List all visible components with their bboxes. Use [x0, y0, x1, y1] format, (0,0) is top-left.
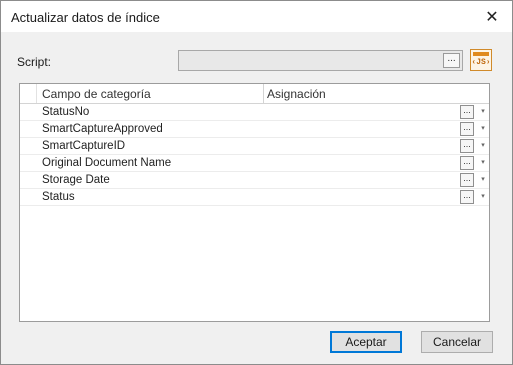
category-field-name: StatusNo: [42, 106, 90, 118]
category-field-name: SmartCaptureApproved: [42, 123, 163, 135]
accept-button[interactable]: Aceptar: [330, 331, 402, 353]
js-script-button[interactable]: ‹JS›: [470, 49, 492, 71]
js-icon: ‹JS›: [471, 58, 491, 67]
assignment-browse-button[interactable]: ...: [460, 173, 474, 187]
category-field-name: SmartCaptureID: [42, 140, 126, 152]
chevron-down-icon[interactable]: ▾: [477, 105, 489, 119]
row-selector-header: [20, 84, 37, 103]
close-icon: ✕: [485, 8, 499, 26]
category-field-name: Original Document Name: [42, 157, 172, 169]
chevron-down-icon[interactable]: ▾: [477, 156, 489, 170]
category-field-name: Storage Date: [42, 174, 110, 186]
chevron-down-icon[interactable]: ▾: [477, 173, 489, 187]
column-header-category-field[interactable]: Campo de categoría: [42, 87, 151, 101]
assignment-browse-button[interactable]: ...: [460, 105, 474, 119]
table-row[interactable]: Storage Date... ▾: [20, 172, 489, 189]
grid-header: Campo de categoría Asignación: [20, 84, 489, 104]
script-label: Script:: [17, 55, 52, 69]
dialog-title: Actualizar datos de índice: [11, 10, 160, 25]
assignment-browse-button[interactable]: ...: [460, 139, 474, 153]
chevron-down-icon[interactable]: ▾: [477, 190, 489, 204]
cancel-button[interactable]: Cancelar: [421, 331, 493, 353]
script-browse-button[interactable]: ...: [443, 53, 460, 68]
chevron-down-icon[interactable]: ▾: [477, 139, 489, 153]
category-field-name: Status: [42, 191, 75, 203]
js-icon-bar: [473, 52, 489, 56]
column-header-assignment[interactable]: Asignación: [267, 87, 326, 101]
dialog-window: Actualizar datos de índice ✕ Script: ...…: [0, 0, 513, 365]
table-row[interactable]: SmartCaptureApproved... ▾: [20, 121, 489, 138]
table-row[interactable]: SmartCaptureID... ▾: [20, 138, 489, 155]
assignment-browse-button[interactable]: ...: [460, 122, 474, 136]
assignment-browse-button[interactable]: ...: [460, 156, 474, 170]
assignment-browse-button[interactable]: ...: [460, 190, 474, 204]
close-button[interactable]: ✕: [472, 1, 512, 32]
table-row[interactable]: Status... ▾: [20, 189, 489, 206]
title-bar: Actualizar datos de índice ✕: [1, 1, 512, 32]
mapping-grid[interactable]: Campo de categoría Asignación StatusNo..…: [19, 83, 490, 322]
script-input[interactable]: ...: [178, 50, 463, 71]
chevron-down-icon[interactable]: ▾: [477, 122, 489, 136]
column-divider[interactable]: [263, 84, 264, 103]
table-row[interactable]: StatusNo... ▾: [20, 104, 489, 121]
table-row[interactable]: Original Document Name... ▾: [20, 155, 489, 172]
